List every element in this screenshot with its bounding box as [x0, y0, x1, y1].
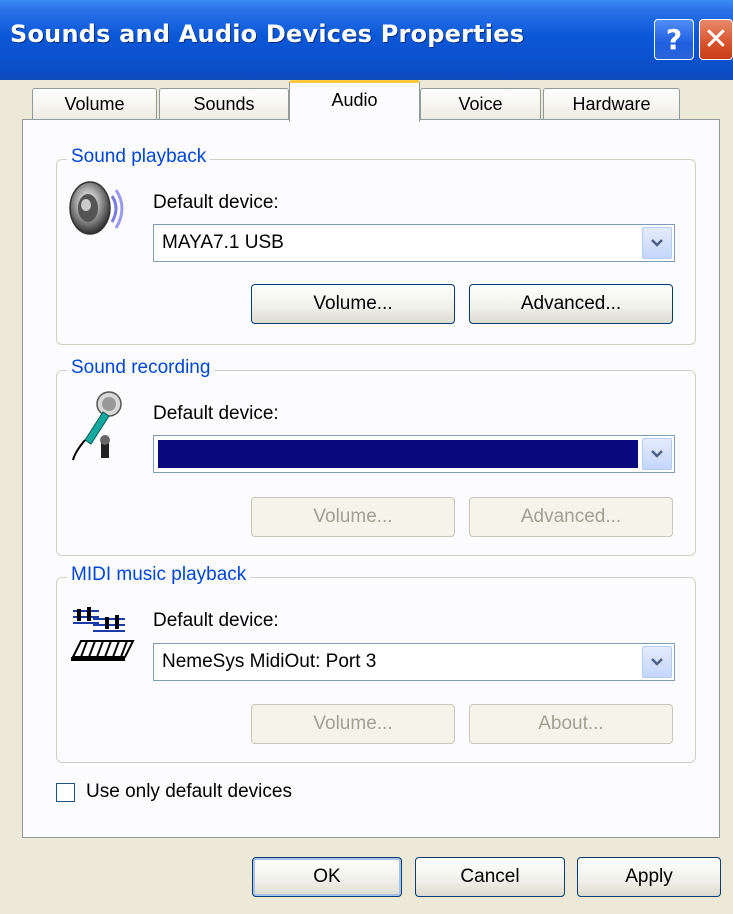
apply-button[interactable]: Apply — [577, 857, 721, 897]
help-button[interactable]: ? — [654, 19, 694, 60]
midi-device-value: NemeSys MidiOut: Port 3 — [162, 651, 377, 672]
audio-tab-panel: Sound playback Default device: MAYA7.1 U… — [22, 119, 720, 838]
tab-audio[interactable]: Audio — [289, 80, 420, 122]
recording-advanced-button[interactable]: Advanced... — [469, 497, 673, 537]
close-button[interactable]: ✕ — [699, 19, 733, 60]
window-title: Sounds and Audio Devices Properties — [10, 20, 525, 48]
speaker-icon — [68, 178, 130, 251]
midi-default-label: Default device: — [153, 610, 279, 631]
cancel-button[interactable]: Cancel — [415, 857, 565, 897]
dialog-window: Sounds and Audio Devices Properties ? ✕ … — [0, 0, 733, 914]
recording-volume-button[interactable]: Volume... — [251, 497, 455, 537]
tab-strip: Volume Sounds Audio Voice Hardware — [0, 80, 733, 122]
midi-volume-button[interactable]: Volume... — [251, 704, 455, 744]
recording-device-selection — [158, 440, 638, 468]
chevron-down-icon[interactable] — [642, 646, 672, 678]
playback-device-value: MAYA7.1 USB — [162, 232, 284, 253]
close-icon: ✕ — [703, 22, 729, 57]
playback-device-dropdown[interactable]: MAYA7.1 USB — [153, 224, 675, 262]
help-icon: ? — [665, 23, 683, 56]
tab-volume[interactable]: Volume — [32, 88, 157, 120]
tab-voice[interactable]: Voice — [420, 88, 541, 120]
microphone-icon — [69, 390, 129, 470]
chevron-down-icon[interactable] — [642, 438, 672, 470]
tab-hardware[interactable]: Hardware — [543, 88, 680, 120]
ok-button[interactable]: OK — [252, 857, 402, 897]
playback-advanced-button[interactable]: Advanced... — [469, 284, 673, 324]
sound-playback-title: Sound playback — [67, 146, 211, 168]
midi-keyboard-icon — [69, 605, 135, 670]
midi-device-dropdown[interactable]: NemeSys MidiOut: Port 3 — [153, 643, 675, 681]
sound-recording-title: Sound recording — [67, 357, 215, 379]
title-bar[interactable]: Sounds and Audio Devices Properties ? ✕ — [0, 0, 733, 80]
tab-sounds[interactable]: Sounds — [159, 88, 289, 120]
playback-default-label: Default device: — [153, 192, 279, 213]
recording-default-label: Default device: — [153, 403, 279, 424]
midi-playback-title: MIDI music playback — [67, 564, 251, 586]
use-default-only-label[interactable]: Use only default devices — [86, 781, 292, 803]
playback-volume-button[interactable]: Volume... — [251, 284, 455, 324]
recording-device-dropdown[interactable] — [153, 435, 675, 473]
midi-about-button[interactable]: About... — [469, 704, 673, 744]
use-default-only-checkbox[interactable] — [56, 783, 75, 802]
chevron-down-icon[interactable] — [642, 227, 672, 259]
